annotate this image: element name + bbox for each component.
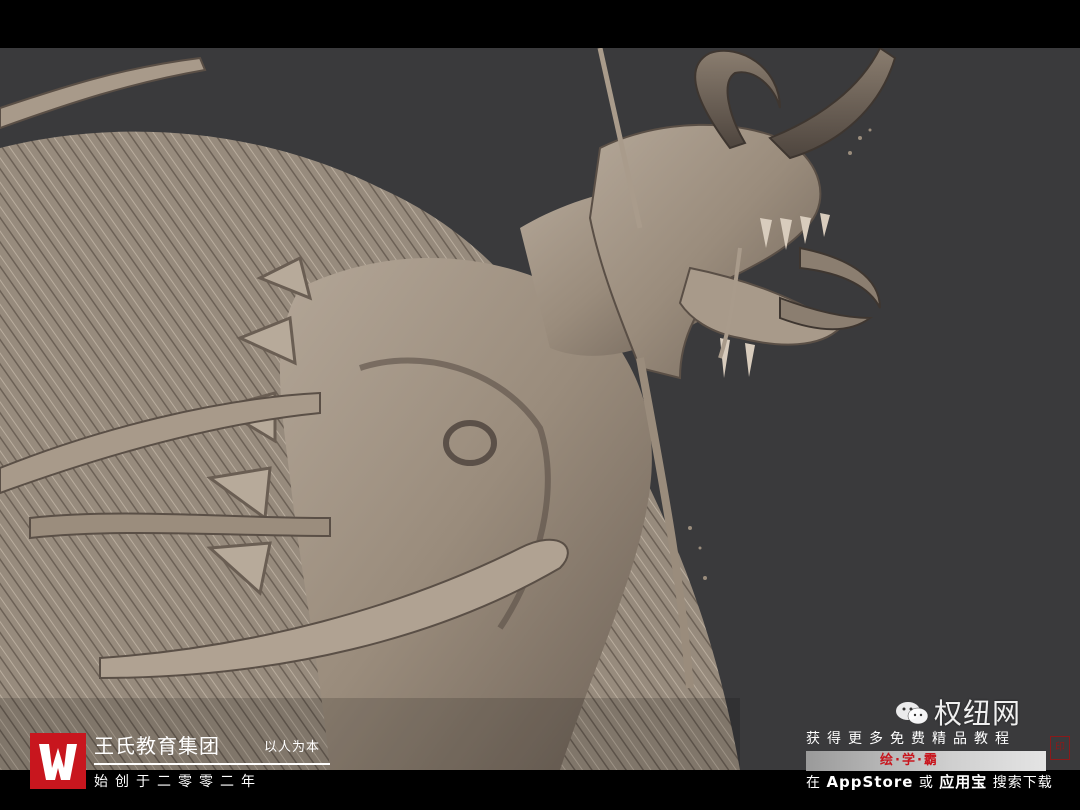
top-letterbox: [0, 0, 1080, 48]
watermark-text: 权纽网: [934, 697, 1022, 730]
dragon-sculpt-render: [0, 48, 897, 770]
wechat-icon: [896, 702, 929, 725]
yingyongbao-label: 应用宝: [939, 773, 988, 791]
promo-download-line: 在 AppStore 或 应用宝 搜索下载: [806, 771, 1053, 792]
promo-prefix: 在: [806, 775, 821, 791]
sculpt-viewport: [0, 48, 1080, 770]
tentacle-upper: [0, 56, 207, 130]
appstore-label: AppStore: [826, 773, 914, 791]
w-logo-icon: [39, 744, 77, 780]
brand-name: 王氏教育集团: [94, 734, 220, 758]
promo-headline: 获得更多免费精品教程: [806, 731, 1016, 747]
brand-logo: [30, 733, 86, 789]
right-horn: [768, 48, 897, 160]
brand-divider: [94, 763, 330, 765]
brand-founded: 始创于二零零二年: [94, 774, 262, 790]
seal-stamp: 印: [1050, 736, 1070, 760]
brand-motto: 以人为本: [264, 740, 321, 755]
promo-or: 或: [918, 775, 934, 791]
promo-suffix: 搜索下载: [992, 775, 1053, 791]
promo-app-name: 绘·学·霸: [880, 753, 939, 768]
